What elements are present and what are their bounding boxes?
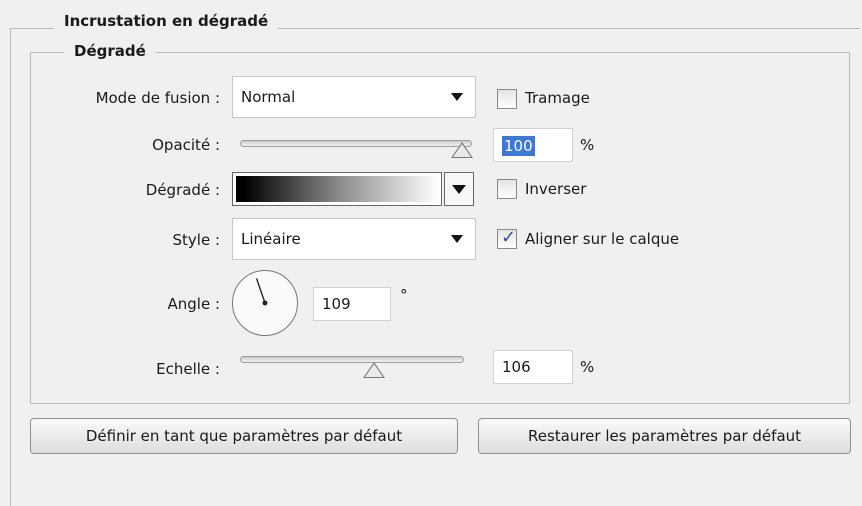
scale-label: Echelle : [156,360,220,378]
gradient-preview[interactable] [232,172,442,206]
angle-input[interactable]: 109 [313,287,391,321]
reverse-checkbox[interactable] [497,179,517,199]
angle-unit: ° [400,286,408,304]
chevron-down-icon [451,235,463,243]
scale-slider-track[interactable] [240,356,464,363]
dither-checkbox[interactable] [497,89,517,109]
angle-dial-needle [255,278,268,306]
opacity-unit: % [580,136,595,154]
angle-value: 109 [322,295,351,313]
gradient-swatch [236,176,438,202]
scale-value: 106 [502,358,531,376]
opacity-input[interactable]: 100 [493,128,573,162]
blend-mode-value: Normal [241,88,296,106]
gradient-label: Dégradé : [145,181,220,199]
style-value: Linéaire [241,230,301,248]
group-title: Incrustation en dégradé [54,12,279,30]
reverse-label: Inverser [525,180,587,198]
opacity-slider-thumb[interactable] [451,142,473,158]
subgroup-title: Dégradé [64,42,156,60]
opacity-value: 100 [502,136,535,156]
outer-group-border-left [10,28,11,506]
scale-slider-thumb[interactable] [363,362,386,378]
dither-label: Tramage [525,89,590,107]
gradient-picker-button[interactable] [444,172,474,206]
style-dropdown[interactable]: Linéaire [232,218,476,260]
scale-unit: % [580,358,595,376]
align-with-layer-label: Aligner sur le calque [525,230,680,248]
angle-label: Angle : [167,295,220,313]
opacity-label: Opacité : [152,136,220,154]
set-default-button[interactable]: Définir en tant que paramètres par défau… [30,418,458,454]
checkmark-icon: ✓ [501,227,517,248]
blend-mode-label: Mode de fusion : [95,89,220,107]
chevron-down-icon [451,93,463,101]
scale-input[interactable]: 106 [493,350,573,384]
angle-dial[interactable] [232,270,298,336]
reset-default-button[interactable]: Restaurer les paramètres par défaut [478,418,851,454]
chevron-down-icon [452,185,466,194]
blend-mode-dropdown[interactable]: Normal [232,76,476,118]
opacity-slider-track[interactable] [240,140,472,147]
style-label: Style : [172,231,221,249]
align-with-layer-checkbox[interactable]: ✓ [497,227,517,249]
